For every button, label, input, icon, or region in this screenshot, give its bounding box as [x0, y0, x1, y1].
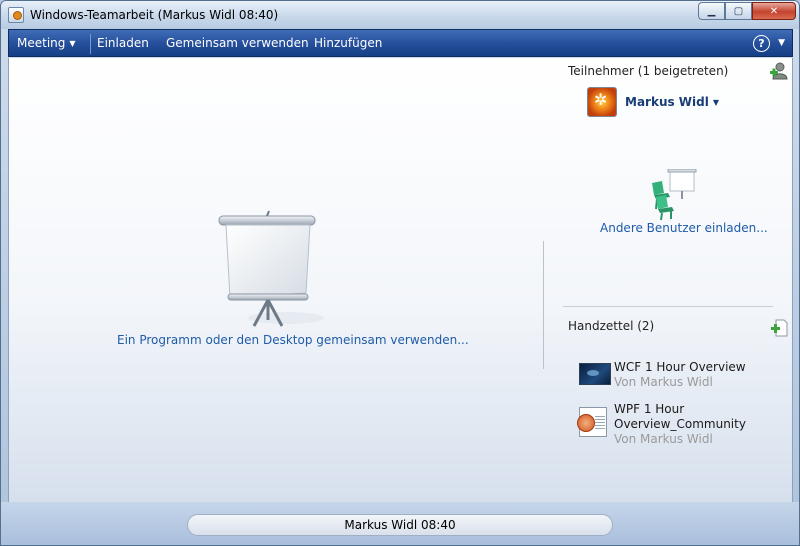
help-icon[interactable]: ? [753, 35, 770, 52]
menu-separator [90, 34, 91, 54]
menu-add[interactable]: Hinzufügen [314, 36, 382, 50]
participant-name-dropdown[interactable]: Markus Widl ▼ [625, 95, 719, 109]
status-text: Markus Widl 08:40 [187, 514, 613, 536]
minimize-button[interactable]: ▁ [698, 2, 725, 20]
invite-others-link[interactable]: Andere Benutzer einladen... [600, 221, 768, 235]
maximize-icon: ▢ [733, 5, 744, 17]
minimize-icon: ▁ [707, 5, 716, 17]
handout-title[interactable]: WPF 1 Hour [614, 402, 684, 416]
chevron-down-icon: ▼ [712, 98, 720, 107]
handouts-header: Handzettel (2) [568, 319, 655, 333]
caption-buttons: ▁ ▢ ✕ [698, 2, 796, 20]
participants-header: Teilnehmer (1 beigetreten) [568, 64, 729, 78]
handout-title[interactable]: WCF 1 Hour Overview [614, 360, 746, 374]
chevron-down-icon[interactable]: ▼ [778, 38, 785, 48]
avatar[interactable] [587, 87, 617, 117]
presentation-file-icon[interactable] [577, 407, 607, 437]
menu-share[interactable]: Gemeinsam verwenden [166, 36, 309, 50]
menu-meeting[interactable]: Meeting ▼ [17, 36, 76, 50]
handout-author: Von Markus Widl [614, 432, 713, 446]
app-window: Windows-Teamarbeit (Markus Widl 08:40) ▁… [0, 0, 800, 546]
menu-invite[interactable]: Einladen [97, 36, 149, 50]
window-title: Windows-Teamarbeit (Markus Widl 08:40) [30, 8, 279, 22]
section-divider [563, 306, 773, 307]
close-icon: ✕ [769, 5, 779, 17]
title-bar[interactable]: Windows-Teamarbeit (Markus Widl 08:40) ▁… [1, 1, 799, 29]
chairs-and-screen-icon[interactable] [648, 168, 700, 224]
projector-screen-icon [214, 208, 324, 331]
participant-name: Markus Widl [625, 95, 709, 109]
handout-title-line2[interactable]: Overview_Community [614, 417, 746, 431]
menu-meeting-label: Meeting [17, 36, 66, 50]
handout-thumbnail[interactable] [579, 363, 611, 385]
maximize-button[interactable]: ▢ [725, 2, 752, 20]
share-program-link[interactable]: Ein Programm oder den Desktop gemeinsam … [117, 333, 469, 347]
panel-divider [543, 241, 544, 369]
collaboration-app-icon[interactable] [8, 7, 24, 23]
handout-author: Von Markus Widl [614, 375, 713, 389]
add-file-icon[interactable] [771, 319, 789, 340]
add-person-icon[interactable] [769, 61, 789, 84]
menu-bar: Meeting ▼ Einladen Gemeinsam verwenden Hi… [8, 29, 793, 57]
chevron-down-icon: ▼ [69, 39, 76, 48]
close-button[interactable]: ✕ [752, 2, 796, 20]
status-bar: Markus Widl 08:40 [1, 502, 799, 545]
